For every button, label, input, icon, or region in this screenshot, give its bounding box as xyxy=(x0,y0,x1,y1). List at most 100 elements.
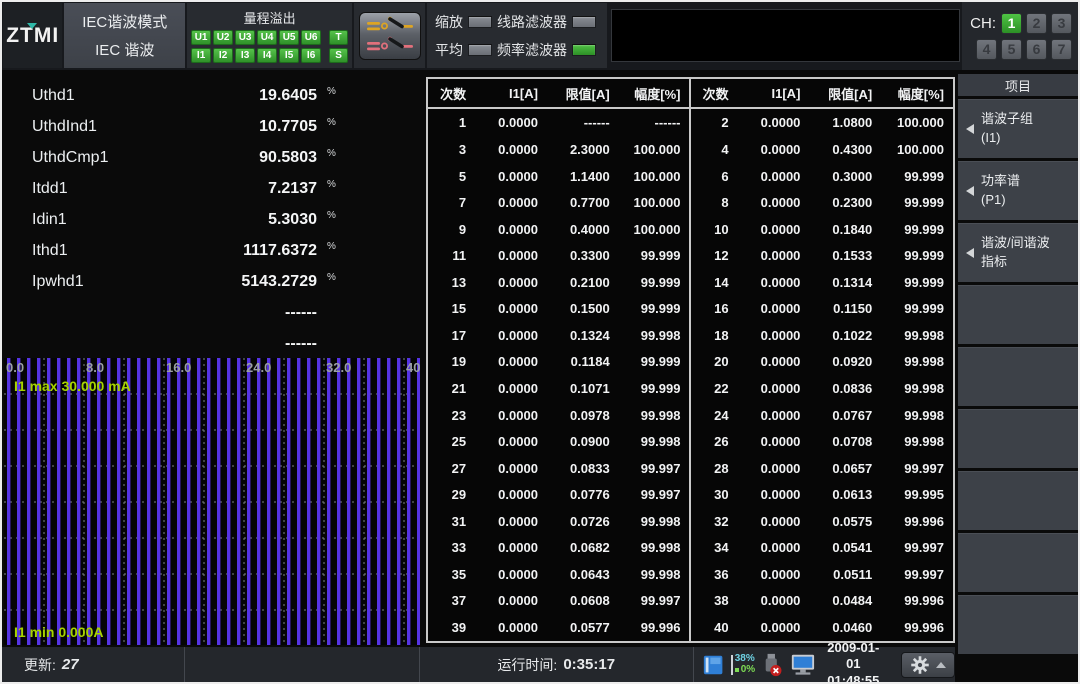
table-cell: 0.0000 xyxy=(475,375,547,402)
harmonic-bar xyxy=(247,358,250,646)
measurement-value: ------ xyxy=(182,335,317,353)
status-bar: 更新: 27 运行时间: 0:35:17 38% 0% xyxy=(2,645,955,682)
table-cell: 8 xyxy=(690,189,737,216)
measurement-unit: % xyxy=(327,80,336,97)
table-cell: 4 xyxy=(690,136,737,163)
table-cell: 0.0643 xyxy=(547,561,619,588)
harmonic-bar xyxy=(227,358,230,646)
channel-button-5[interactable]: 5 xyxy=(1001,39,1022,60)
sidebar-item-empty[interactable] xyxy=(958,285,1078,344)
table-cell: 99.996 xyxy=(881,614,953,641)
channel-button-3[interactable]: 3 xyxy=(1051,13,1072,34)
table-cell: 0.0000 xyxy=(738,455,810,482)
table-cell: 26 xyxy=(690,428,737,455)
zoom-toggle[interactable] xyxy=(468,16,492,28)
table-cell: 40 xyxy=(690,614,737,641)
harmonic-bar xyxy=(217,358,220,646)
table-header-2: 限值[A] xyxy=(809,79,881,108)
sidebar-item-empty[interactable] xyxy=(958,409,1078,468)
sidebar-item-empty[interactable] xyxy=(958,595,1078,654)
table-cell: 0.0000 xyxy=(738,614,810,641)
table-header-1: I1[A] xyxy=(738,79,810,108)
sidebar-title: 项目 xyxy=(958,74,1078,96)
table-cell: 0.7700 xyxy=(547,189,619,216)
harmonic-bar-chart: 0.08.016.024.032.040.0I1 max 30.000 mAI1… xyxy=(4,358,420,646)
chart-max-annotation: I1 max 30.000 mA xyxy=(14,378,131,394)
channel-button-2[interactable]: 2 xyxy=(1026,13,1047,34)
wiring-switch-icon xyxy=(364,14,416,58)
table-row: 50.00001.1400100.00060.00000.300099.999 xyxy=(428,163,953,190)
runtime-display: 运行时间: 0:35:17 xyxy=(420,647,694,682)
table-cell: 0.0608 xyxy=(547,588,619,615)
table-row: 370.00000.060899.997380.00000.048499.996 xyxy=(428,588,953,615)
table-cell: 0.0000 xyxy=(738,402,810,429)
wiring-button[interactable] xyxy=(359,12,421,60)
measurement-row: Itdd17.2137% xyxy=(2,173,422,204)
harmonic-bar xyxy=(377,358,380,646)
table-cell: 0.0000 xyxy=(738,349,810,376)
settings-menu-button[interactable] xyxy=(901,652,955,678)
channel-button-7[interactable]: 7 xyxy=(1051,39,1072,60)
sidebar-item-3[interactable]: 谐波/间谐波指标 xyxy=(958,223,1078,282)
table-cell: 0.0000 xyxy=(475,428,547,455)
system-status-area: 38% 0% 2009-01-01 01:48:55 xyxy=(694,647,956,682)
harmonic-bar xyxy=(337,358,340,646)
update-value: 27 xyxy=(62,656,79,673)
table-cell: 100.000 xyxy=(619,189,691,216)
table-cell: 0.0000 xyxy=(738,269,810,296)
sidebar-item-empty[interactable] xyxy=(958,471,1078,530)
table-cell: 99.999 xyxy=(619,243,691,270)
harmonic-bar xyxy=(7,358,10,646)
disk-usage-percent: 38% xyxy=(735,654,755,665)
table-cell: 28 xyxy=(690,455,737,482)
channel-button-6[interactable]: 6 xyxy=(1026,39,1047,60)
table-header-0: 次数 xyxy=(690,79,737,108)
table-cell: 19 xyxy=(428,349,475,376)
table-cell: 0.1314 xyxy=(809,269,881,296)
table-cell: 0.2300 xyxy=(809,189,881,216)
channel-button-1[interactable]: 1 xyxy=(1001,13,1022,34)
overflow-indicator-i5: I5 xyxy=(279,48,299,63)
table-cell: 99.999 xyxy=(619,269,691,296)
app-window: ZTMI IEC谐波模式 IEC 谐波 量程溢出 U1U2U3U4U5U6T I… xyxy=(0,0,1080,684)
measurement-value: 5.3030 xyxy=(182,211,317,229)
measurement-row: UthdCmp190.5803% xyxy=(2,142,422,173)
harmonic-bar xyxy=(87,358,90,646)
harmonic-bar xyxy=(407,358,410,646)
table-cell: ------ xyxy=(547,108,619,136)
table-cell: 14 xyxy=(690,269,737,296)
sidebar-item-2[interactable]: 功率谱(P1) xyxy=(958,161,1078,220)
table-cell: 5 xyxy=(428,163,475,190)
line-filter-toggle[interactable] xyxy=(572,16,596,28)
table-cell: 0.0682 xyxy=(547,535,619,562)
channel-button-4[interactable]: 4 xyxy=(976,39,997,60)
harmonic-bar xyxy=(147,358,150,646)
table-cell: 0.1184 xyxy=(547,349,619,376)
table-cell: 0.0000 xyxy=(738,108,810,136)
table-cell: 11 xyxy=(428,243,475,270)
table-cell: 99.998 xyxy=(881,428,953,455)
measurement-unit: % xyxy=(327,111,336,128)
datetime-display: 2009-01-01 01:48:55 xyxy=(823,640,885,684)
network-monitor-icon xyxy=(790,652,816,678)
table-cell: 0.0000 xyxy=(738,189,810,216)
table-cell: 3 xyxy=(428,136,475,163)
table-cell: 0.0000 xyxy=(475,189,547,216)
table-cell: 99.998 xyxy=(881,402,953,429)
frequency-filter-toggle[interactable] xyxy=(572,44,596,56)
sidebar-item-empty[interactable] xyxy=(958,347,1078,406)
time-value: 01:48:55 xyxy=(823,673,885,684)
table-cell: 1.1400 xyxy=(547,163,619,190)
table-row: 10.0000------------20.00001.0800100.000 xyxy=(428,108,953,136)
sidebar-item-empty[interactable] xyxy=(958,533,1078,592)
table-cell: 100.000 xyxy=(619,136,691,163)
table-cell: 37 xyxy=(428,588,475,615)
table-cell: 0.4300 xyxy=(809,136,881,163)
harmonic-bar xyxy=(67,358,70,646)
sidebar-item-1[interactable]: 谐波子组(I1) xyxy=(958,99,1078,158)
table-cell: 2.3000 xyxy=(547,136,619,163)
table-cell: 27 xyxy=(428,455,475,482)
harmonic-bar xyxy=(157,358,160,646)
average-toggle[interactable] xyxy=(468,44,492,56)
table-cell: 0.0000 xyxy=(475,136,547,163)
